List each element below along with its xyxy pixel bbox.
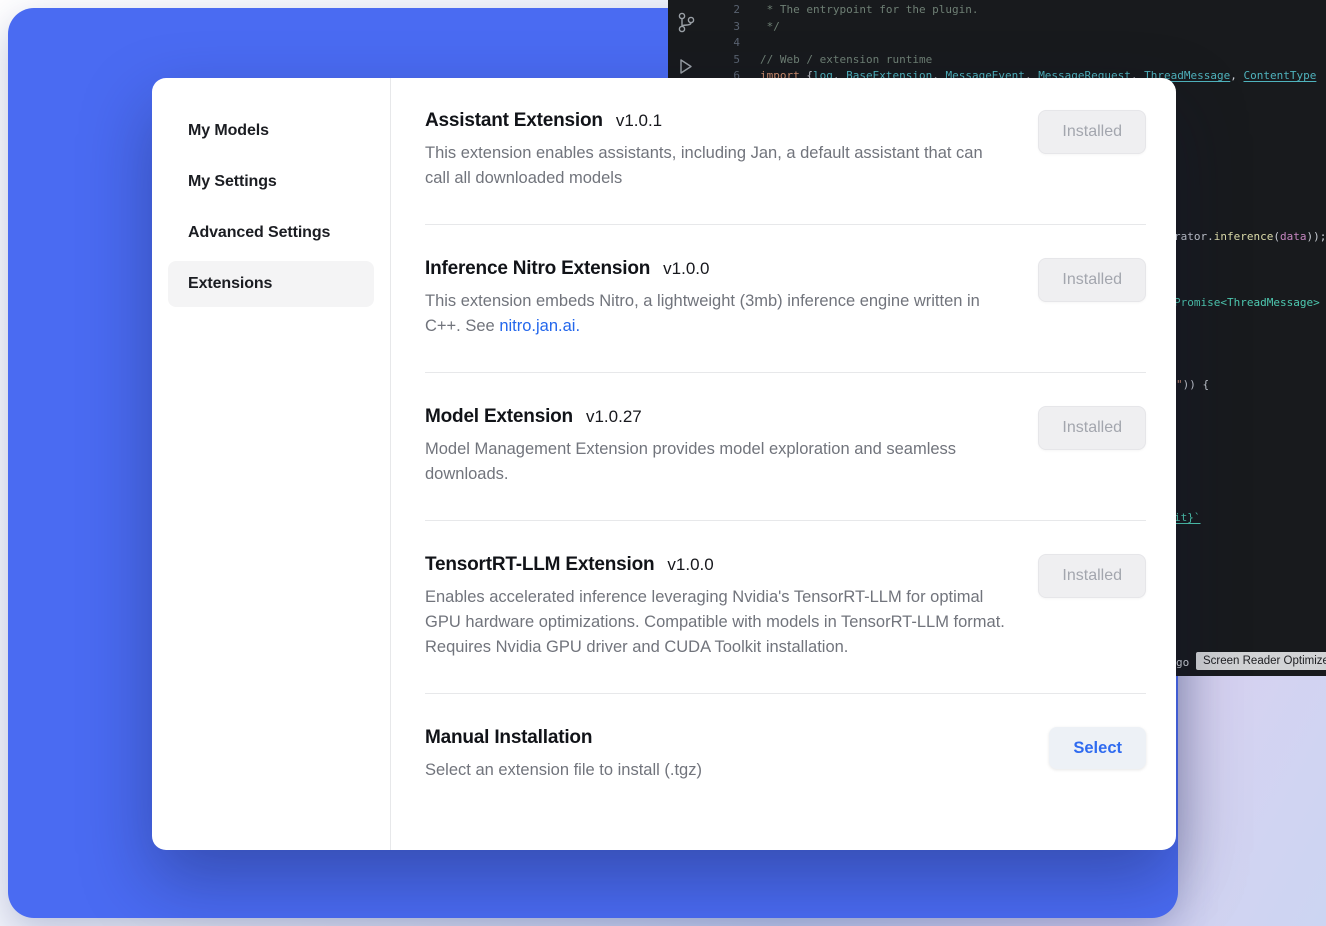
extension-title-row: Inference Nitro Extension v1.0.0 — [425, 258, 1010, 280]
manual-installation-info: Manual Installation Select an extension … — [425, 727, 1010, 783]
settings-sidebar: My Models My Settings Advanced Settings … — [152, 78, 391, 850]
extension-title-row: Assistant Extension v1.0.1 — [425, 110, 1010, 132]
code-text: * The entrypoint for the plugin. — [760, 2, 979, 19]
extension-info: Assistant Extension v1.0.1 This extensio… — [425, 110, 1010, 191]
extension-description: Enables accelerated inference leveraging… — [425, 585, 1010, 660]
code-fragment: it}` — [1174, 511, 1201, 525]
extension-name: Model Extension — [425, 406, 573, 428]
code-fragment: rator.inference(data)); — [1174, 230, 1326, 244]
code-lines: 2 * The entrypoint for the plugin.3 */45… — [668, 2, 1326, 85]
code-token: inference — [1214, 230, 1274, 243]
screen-reader-optimized-chip[interactable]: Screen Reader Optimize — [1196, 652, 1326, 670]
code-token: */ — [760, 20, 780, 33]
sidebar-item-advanced-settings[interactable]: Advanced Settings — [168, 210, 374, 256]
extension-title-row: TensortRT-LLM Extension v1.0.0 — [425, 554, 1010, 576]
extension-name: TensortRT-LLM Extension — [425, 554, 654, 576]
extension-version: v1.0.1 — [616, 111, 662, 131]
extension-row-inference-nitro: Inference Nitro Extension v1.0.0 This ex… — [425, 225, 1146, 373]
extension-version: v1.0.27 — [586, 407, 642, 427]
line-number: 4 — [668, 35, 740, 52]
installed-button[interactable]: Installed — [1038, 406, 1146, 450]
code-token: data — [1280, 230, 1307, 243]
extension-description: This extension embeds Nitro, a lightweig… — [425, 289, 1010, 339]
sidebar-item-my-settings[interactable]: My Settings — [168, 159, 374, 205]
extension-info: Model Extension v1.0.27 Model Management… — [425, 406, 1010, 487]
sidebar-item-label: Extensions — [188, 275, 272, 293]
sidebar-item-extensions[interactable]: Extensions — [168, 261, 374, 307]
sidebar-item-label: My Settings — [188, 173, 277, 191]
code-token: )); — [1306, 230, 1326, 243]
manual-installation-row: Manual Installation Select an extension … — [425, 694, 1146, 816]
extension-info: Inference Nitro Extension v1.0.0 This ex… — [425, 258, 1010, 339]
code-token: " — [1176, 378, 1183, 391]
extension-version: v1.0.0 — [667, 555, 713, 575]
settings-modal: My Models My Settings Advanced Settings … — [152, 78, 1176, 850]
extension-info: TensortRT-LLM Extension v1.0.0 Enables a… — [425, 554, 1010, 660]
code-token: Promise<ThreadMessage> — [1174, 296, 1320, 309]
code-token: , — [1230, 69, 1243, 82]
extension-row-assistant: Assistant Extension v1.0.1 This extensio… — [425, 78, 1146, 225]
installed-button[interactable]: Installed — [1038, 110, 1146, 154]
nitro-jan-ai-link[interactable]: nitro.jan.ai. — [499, 317, 580, 335]
extensions-list: Assistant Extension v1.0.1 This extensio… — [391, 78, 1176, 850]
code-text: */ — [760, 19, 780, 36]
code-line: 4 — [668, 35, 1326, 52]
code-line: 5 // Web / extension runtime — [668, 52, 1326, 69]
code-token: // Web / extension runtime — [760, 53, 932, 66]
extension-row-model: Model Extension v1.0.27 Model Management… — [425, 373, 1146, 521]
line-number: 3 — [668, 19, 740, 36]
code-token: ( — [1273, 230, 1280, 243]
sidebar-item-my-models[interactable]: My Models — [168, 108, 374, 154]
code-text: // Web / extension runtime — [760, 52, 932, 69]
extension-version: v1.0.0 — [663, 259, 709, 279]
code-token: ContentType — [1244, 69, 1317, 82]
line-number: 5 — [668, 52, 740, 69]
code-token: it}` — [1174, 511, 1201, 524]
manual-installation-title: Manual Installation — [425, 727, 592, 749]
code-token: rator. — [1174, 230, 1214, 243]
installed-button[interactable]: Installed — [1038, 258, 1146, 302]
status-bar-text: go — [1176, 656, 1189, 669]
sidebar-item-label: My Models — [188, 122, 269, 140]
sidebar-item-label: Advanced Settings — [188, 224, 330, 242]
line-number: 2 — [668, 2, 740, 19]
code-line: 2 * The entrypoint for the plugin. — [668, 2, 1326, 19]
manual-installation-title-row: Manual Installation — [425, 727, 1010, 749]
extension-name: Inference Nitro Extension — [425, 258, 650, 280]
extension-name: Assistant Extension — [425, 110, 603, 132]
code-token: * The entrypoint for the plugin. — [760, 3, 979, 16]
code-fragment: ")) { — [1176, 378, 1209, 392]
extension-description: Model Management Extension provides mode… — [425, 437, 1010, 487]
manual-installation-description: Select an extension file to install (.tg… — [425, 758, 1010, 783]
installed-button[interactable]: Installed — [1038, 554, 1146, 598]
select-file-button[interactable]: Select — [1049, 727, 1146, 769]
extension-row-tensorrt-llm: TensortRT-LLM Extension v1.0.0 Enables a… — [425, 521, 1146, 694]
code-token: )) { — [1183, 378, 1210, 391]
code-fragment: Promise<ThreadMessage> — [1174, 296, 1320, 310]
extension-description: This extension enables assistants, inclu… — [425, 141, 1010, 191]
code-line: 3 */ — [668, 19, 1326, 36]
extension-title-row: Model Extension v1.0.27 — [425, 406, 1010, 428]
